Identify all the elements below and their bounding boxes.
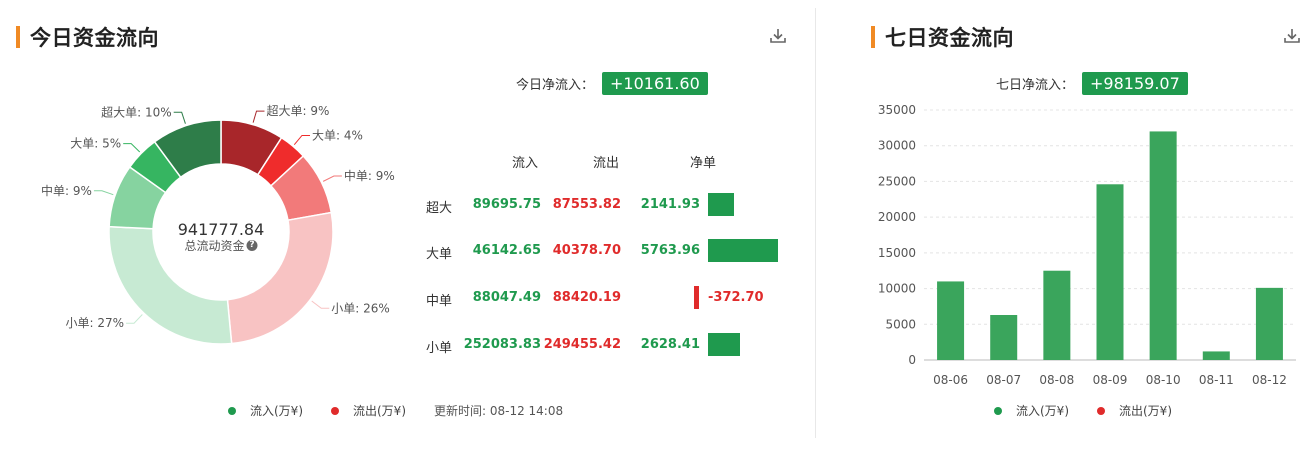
row-category: 超大: [426, 201, 453, 216]
today-flow-panel: 今日资金流向 今日净流入： +10161.60 超大单: 9% 大单: 4% 中单:…: [0, 0, 815, 453]
help-circle-icon[interactable]: ?: [246, 240, 258, 251]
row-net: -372.70: [708, 290, 764, 305]
bar[interactable]: [1096, 184, 1124, 360]
row-net: 2628.41: [640, 337, 700, 352]
legend-outflow[interactable]: 流出(万¥): [331, 402, 406, 419]
x-tick-label: 08-09: [1093, 373, 1128, 387]
bar[interactable]: [1149, 131, 1177, 360]
slice-label: 大单: 4%: [312, 128, 363, 142]
y-tick-label: 15000: [878, 246, 916, 260]
legend-outflow-dot: [331, 406, 339, 415]
y-tick-label: 25000: [878, 174, 916, 188]
header-inflow: 流入: [512, 156, 539, 171]
slice-label: 大单: 5%: [70, 137, 121, 151]
row-net: 5763.96: [640, 243, 700, 258]
today-title-text: 今日资金流向: [30, 26, 159, 50]
today-net-label: 今日净流入：: [516, 78, 595, 93]
row-category: 大单: [426, 247, 453, 262]
row-inflow: 252083.83: [463, 337, 541, 352]
y-tick-label: 5000: [885, 317, 916, 331]
row-outflow: 249455.42: [543, 337, 621, 352]
slice-label-line: [173, 111, 186, 124]
row-category: 中单: [426, 294, 453, 309]
bar[interactable]: [990, 315, 1018, 360]
bar[interactable]: [1043, 270, 1071, 360]
slice-label: 超大单: 9%: [266, 103, 329, 118]
slice-label-line: [93, 190, 114, 196]
legend-outflow-dot: [1097, 406, 1105, 415]
y-tick-label: 35000: [878, 103, 916, 117]
legend-outflow-label: 流出(万¥): [353, 404, 406, 418]
total-capital-label: 总流动资金 ?: [184, 237, 258, 254]
y-tick-label: 10000: [878, 282, 916, 296]
today-legend: 流入(万¥) 流出(万¥) 更新时间: 08-12 14:08: [228, 402, 563, 419]
net-bar: [708, 239, 778, 262]
slice-label-line: [252, 110, 265, 123]
x-tick-label: 08-08: [1039, 373, 1074, 387]
slice-label: 小单: 26%: [331, 301, 390, 315]
x-tick-label: 08-06: [933, 373, 968, 387]
header-outflow: 流出: [593, 156, 620, 171]
bar[interactable]: [1255, 287, 1283, 360]
row-net: 2141.93: [640, 197, 700, 212]
y-tick-label: 20000: [878, 210, 916, 224]
x-tick-label: 08-11: [1199, 373, 1234, 387]
download-icon[interactable]: [768, 26, 788, 46]
net-bar: [708, 333, 740, 356]
title-accent-bar: [16, 26, 20, 48]
bar[interactable]: [937, 281, 965, 360]
bar-chart: 0 5000 10000 15000 20000 25000 30000 35000 08-06…: [878, 103, 1296, 387]
legend-inflow[interactable]: 流入(万¥): [228, 402, 303, 419]
slice-label: 中单: 9%: [344, 168, 395, 183]
row-outflow: 40378.70: [552, 243, 621, 258]
legend-inflow[interactable]: 流入(万¥): [994, 402, 1069, 419]
legend-inflow-dot: [994, 406, 1002, 415]
legend-inflow-label: 流入(万¥): [1016, 404, 1069, 418]
net-bar: [694, 286, 699, 309]
x-tick-label: 08-12: [1252, 373, 1287, 387]
row-category: 小单: [426, 341, 453, 356]
x-tick-label: 08-07: [986, 373, 1021, 387]
update-time: 更新时间: 08-12 14:08: [434, 404, 564, 418]
legend-outflow[interactable]: 流出(万¥): [1097, 402, 1172, 419]
header-net: 净单: [690, 156, 717, 171]
slice-label-line: [293, 134, 310, 145]
slice-label-line: [126, 314, 143, 324]
total-capital-label-text: 总流动资金: [184, 239, 245, 253]
net-bar: [708, 193, 734, 216]
today-net-badge: +10161.60: [602, 72, 708, 95]
slice-label-line: [311, 300, 330, 309]
week-flow-panel: 七日资金流向 七日净流入： +98159.07 0 5000 10000 15000 2…: [816, 0, 1316, 453]
bar[interactable]: [1202, 351, 1230, 360]
legend-outflow-label: 流出(万¥): [1119, 404, 1172, 418]
row-inflow: 88047.49: [472, 290, 541, 305]
week-legend: 流入(万¥) 流出(万¥): [994, 402, 1200, 419]
row-inflow: 89695.75: [472, 197, 541, 212]
row-inflow: 46142.65: [472, 243, 541, 258]
today-title: 今日资金流向: [16, 22, 159, 52]
legend-inflow-label: 流入(万¥): [250, 404, 303, 418]
slice-label-line: [322, 175, 342, 182]
slice-label: 中单: 9%: [41, 183, 92, 198]
y-tick-label: 30000: [878, 139, 916, 153]
row-outflow: 88420.19: [552, 290, 621, 305]
slice-label: 小单: 27%: [66, 316, 125, 330]
today-net-inflow: 今日净流入： +10161.60: [516, 72, 708, 95]
slice-label-line: [123, 143, 141, 153]
row-outflow: 87553.82: [552, 197, 621, 212]
y-tick-label: 0: [908, 353, 916, 367]
x-tick-label: 08-10: [1146, 373, 1181, 387]
legend-inflow-dot: [228, 406, 236, 415]
slice-label: 超大单: 10%: [101, 104, 172, 119]
